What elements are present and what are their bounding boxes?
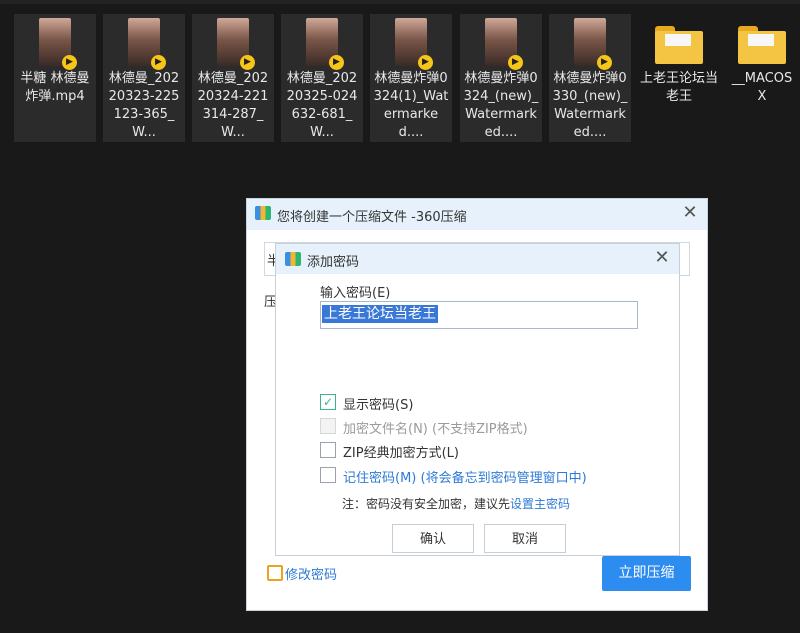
- confirm-button[interactable]: 确认: [392, 524, 474, 553]
- file-item[interactable]: ▶ 林德曼_20220325-024632-681_W...: [281, 14, 363, 142]
- file-name: 林德曼炸弹0324(1)_Watermarked....: [373, 71, 449, 140]
- file-item[interactable]: ▶ 林德曼炸弹0324(1)_Watermarked....: [370, 14, 452, 142]
- cancel-button[interactable]: 取消: [484, 524, 566, 553]
- password-value: 上老王论坛当老王: [322, 305, 438, 323]
- play-icon: ▶: [329, 55, 344, 70]
- app-logo-icon: [255, 206, 271, 220]
- password-label: 输入密码(E): [320, 286, 391, 301]
- app-logo-icon: [285, 252, 301, 266]
- file-item[interactable]: ▶ 半糖 林德曼炸弹.mp4: [14, 14, 96, 142]
- file-item[interactable]: ▶ 林德曼炸弹0324_(new)_Watermarked....: [460, 14, 542, 142]
- file-name: 林德曼_20220325-024632-681_W...: [286, 71, 358, 140]
- play-icon: ▶: [62, 55, 77, 70]
- play-icon: ▶: [240, 55, 255, 70]
- file-name: 林德曼_20220324-221314-287_W...: [197, 71, 269, 140]
- dialog-title: 您将创建一个压缩文件 -360压缩: [277, 210, 467, 225]
- top-bar: [0, 0, 800, 4]
- dialog-titlebar: 添加密码 ✕: [276, 244, 679, 274]
- encrypt-filenames-checkbox: [320, 418, 336, 434]
- file-item[interactable]: ▶ 林德曼_20220323-225123-365_W...: [103, 14, 185, 142]
- video-thumbnail-icon: ▶: [217, 18, 255, 70]
- play-icon: ▶: [151, 55, 166, 70]
- play-icon: ▶: [597, 55, 612, 70]
- security-note: 注：密码没有安全加密，建议先设置主密码: [342, 495, 570, 512]
- folder-item[interactable]: 上老王论坛当老王: [638, 14, 720, 142]
- note-text: 注：密码没有安全加密，建议先: [342, 497, 511, 511]
- folder-name: 上老王论坛当老王: [640, 71, 719, 104]
- show-password-checkbox[interactable]: ✓: [320, 394, 336, 410]
- encrypt-filenames-label: 加密文件名(N) (不支持ZIP格式): [343, 422, 528, 437]
- video-thumbnail-icon: ▶: [485, 18, 523, 70]
- dialog-title: 添加密码: [307, 255, 360, 270]
- file-item[interactable]: ▶ 林德曼_20220324-221314-287_W...: [192, 14, 274, 142]
- set-master-password-link[interactable]: 设置主密码: [510, 497, 570, 511]
- file-name: 林德曼_20220323-225123-365_W...: [108, 71, 180, 140]
- close-icon[interactable]: ✕: [681, 204, 699, 222]
- folder-name: __MACOSX: [731, 71, 793, 104]
- file-item[interactable]: ▶ 林德曼炸弹0330_(new)_Watermarked....: [549, 14, 631, 142]
- close-icon[interactable]: ✕: [653, 249, 671, 267]
- show-password-label: 显示密码(S): [343, 398, 414, 413]
- file-name: 林德曼炸弹0324_(new)_Watermarked....: [463, 71, 539, 140]
- remember-password-label[interactable]: 记住密码(M) (将会备忘到密码管理窗口中): [343, 467, 587, 486]
- start-compress-button[interactable]: 立即压缩: [602, 556, 691, 591]
- remember-password-checkbox[interactable]: [320, 467, 336, 483]
- folder-icon: [655, 26, 703, 64]
- password-input[interactable]: 上老王论坛当老王: [320, 301, 638, 329]
- play-icon: ▶: [508, 55, 523, 70]
- play-icon: ▶: [418, 55, 433, 70]
- zip-classic-checkbox[interactable]: [320, 442, 336, 458]
- video-thumbnail-icon: ▶: [395, 18, 433, 70]
- video-thumbnail-icon: ▶: [574, 18, 612, 70]
- file-name: 林德曼炸弹0330_(new)_Watermarked....: [552, 71, 628, 140]
- modify-password-link[interactable]: 修改密码: [285, 564, 337, 583]
- folder-item[interactable]: __MACOSX: [727, 14, 797, 142]
- zip-classic-label: ZIP经典加密方式(L): [343, 446, 459, 461]
- video-thumbnail-icon: ▶: [39, 18, 77, 70]
- folder-icon: [738, 26, 786, 64]
- file-name: 半糖 林德曼炸弹.mp4: [20, 71, 90, 104]
- dialog-titlebar: 您将创建一个压缩文件 -360压缩 ✕: [247, 199, 707, 230]
- video-thumbnail-icon: ▶: [306, 18, 344, 70]
- lock-icon: [267, 565, 283, 581]
- add-password-dialog: 添加密码 ✕ 输入密码(E) 上老王论坛当老王 ✓ 显示密码(S) 加密文件名(…: [275, 243, 680, 556]
- video-thumbnail-icon: ▶: [128, 18, 166, 70]
